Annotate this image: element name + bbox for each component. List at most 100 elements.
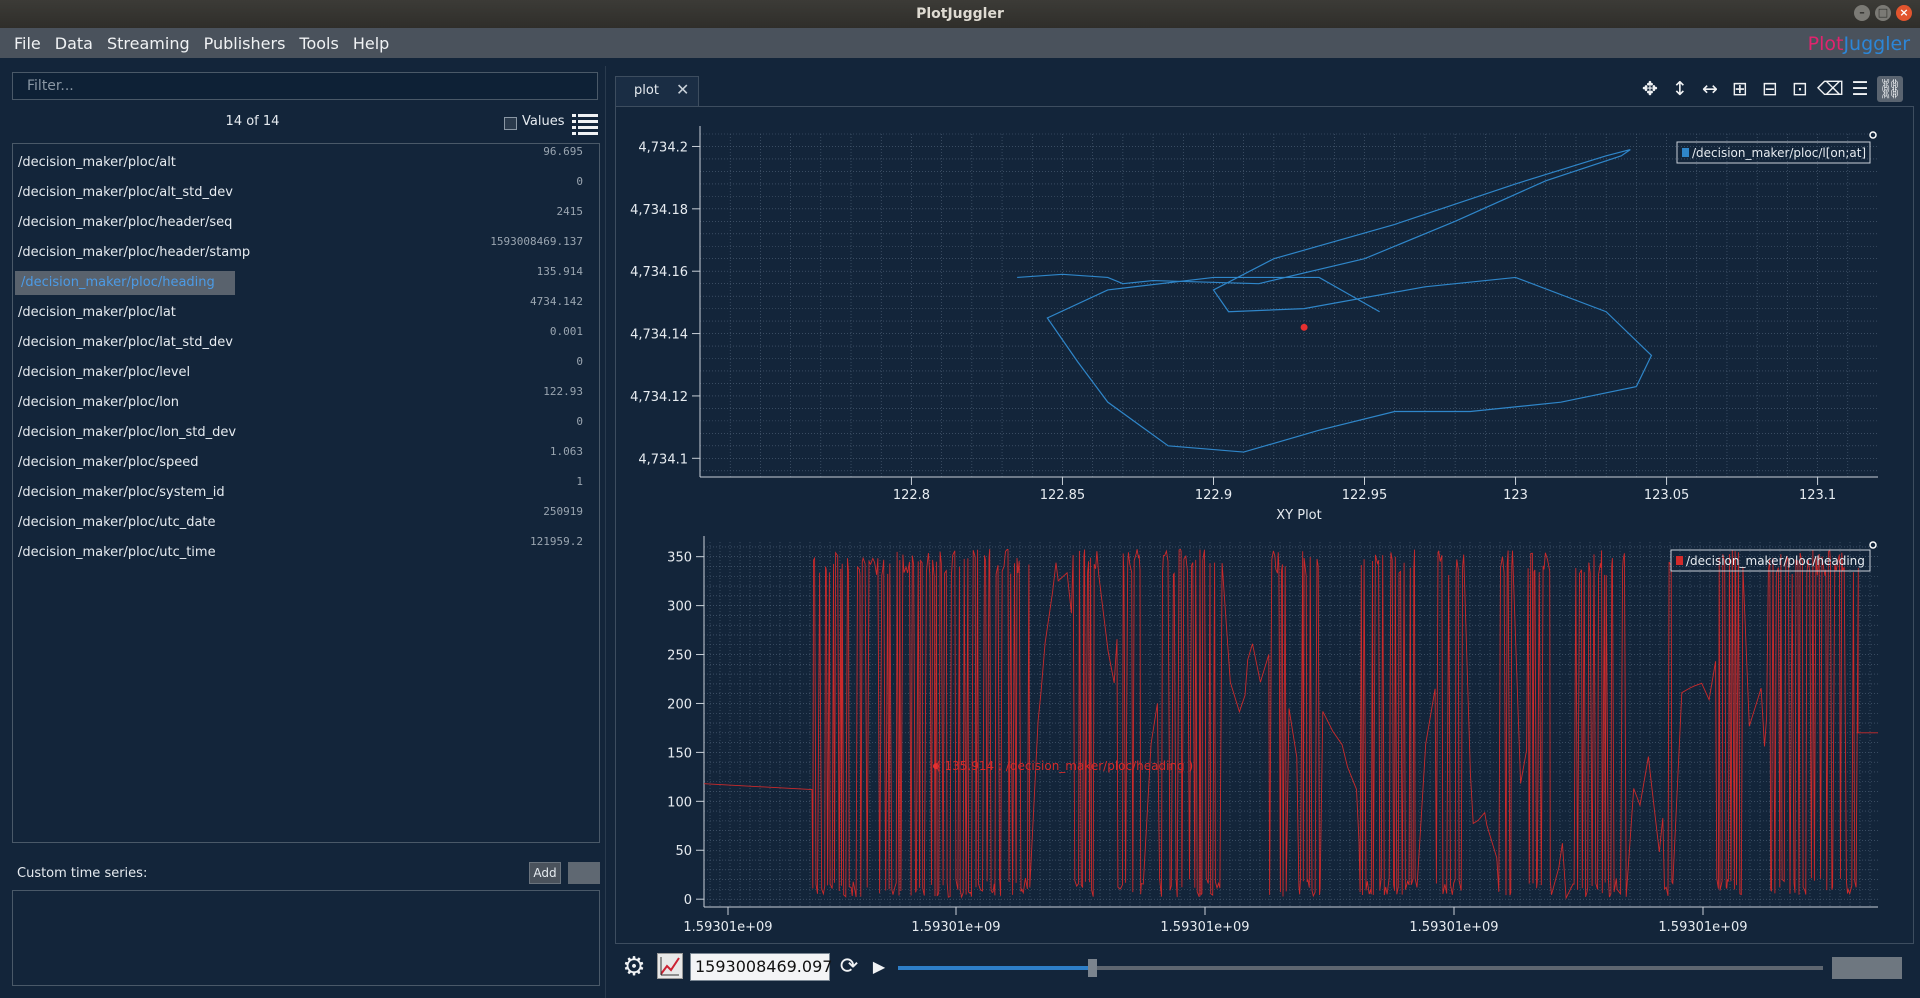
y-tick-label: 4,734.12 [630,390,688,405]
menu-help[interactable]: Help [346,34,396,53]
xy-plot[interactable]: 122.8 122.85 122.9 122.95 123 123.05 123.1 4,73… [620,120,1910,530]
series-name: /decision_maker/ploc/header/stamp [18,245,251,260]
series-value: 122.93 [543,385,583,398]
legend-label: /decision_maker/ploc/heading [1686,554,1865,568]
time-slider-fill [898,966,1093,970]
menu-data[interactable]: Data [48,34,100,53]
y-tick-label: 0 [684,893,692,908]
x-tick-label: 1.59301e+09 [1409,920,1498,935]
values-checkbox[interactable] [504,117,517,130]
x-tick-label: 122.8 [893,488,930,503]
timeseries-tree: /decision_maker/ploc/alt 96.695/decision_… [12,143,600,843]
series-name: /decision_maker/ploc/lon_std_dev [18,425,237,440]
values-label: Values [522,114,565,129]
add-custom-button[interactable]: Add [529,862,561,884]
series-value: 4734.142 [530,295,583,308]
add-row-icon[interactable]: ⊟ [1757,76,1783,102]
x-tick-label: 123.05 [1644,488,1690,503]
menu-publishers[interactable]: Publishers [197,34,293,53]
custom-series-list[interactable] [12,890,600,986]
link-icon[interactable]: ⛓ [1877,76,1903,102]
series-value: 0.001 [549,325,583,338]
list-view-icon[interactable] [572,112,598,136]
series-name: /decision_maker/ploc/lon [18,395,180,410]
series-value: 1593008469.137 [490,235,583,248]
time-slider[interactable] [898,959,1823,977]
time-value-field[interactable]: 1593008469.097 [690,953,832,981]
series-value: 0 [576,175,583,188]
legend-label: /decision_maker/ploc/l[on;at] [1692,146,1866,160]
heading-series-line [703,548,1878,900]
clear-icon[interactable]: ⌫ [1817,76,1844,102]
y-tick-label: 100 [667,795,692,810]
series-value: 0 [576,415,583,428]
chart-tool-icon[interactable] [657,953,683,979]
series-name: /decision_maker/ploc/alt [18,155,176,170]
y-tick-label: 150 [667,746,692,761]
series-name: /decision_maker/ploc/speed [18,455,199,470]
play-icon[interactable]: ▶ [867,953,891,981]
close-tab-icon[interactable]: ✕ [676,80,689,99]
chart-tool-glyph [660,957,680,976]
legend-icon[interactable]: ☰ [1847,76,1873,102]
list-item[interactable]: /decision_maker/ploc/alt 96.695 [13,145,599,178]
custom-series-label: Custom time series: [17,866,148,881]
y-tick-label: 4,734.1 [638,452,688,467]
list-item[interactable]: /decision_maker/ploc/lat 4734.142 [13,295,599,328]
series-value: 0 [576,355,583,368]
move-icon[interactable]: ✥ [1637,76,1663,102]
time-slider-handle[interactable] [1088,959,1098,977]
zoom-vertical-icon[interactable]: ↕ [1667,76,1693,102]
remove-custom-button[interactable] [568,862,600,884]
window-titlebar: PlotJuggler – □ × [0,0,1920,28]
list-item[interactable]: /decision_maker/ploc/speed 1.063 [13,445,599,478]
series-name: /decision_maker/ploc/utc_date [18,515,216,530]
series-value: 250919 [543,505,583,518]
x-tick-label: 1.59301e+09 [683,920,772,935]
series-name: /decision_maker/ploc/level [18,365,191,380]
series-value: 1 [576,475,583,488]
list-item[interactable]: /decision_maker/ploc/level 0 [13,355,599,388]
series-name: /decision_maker/ploc/alt_std_dev [18,185,233,200]
close-window-icon[interactable]: × [1896,5,1912,21]
settings-gear-icon[interactable]: ⚙ [620,953,648,981]
split-vertical-icon[interactable]: ⊞ [1727,76,1753,102]
splitter[interactable] [605,66,606,998]
list-item[interactable]: /decision_maker/ploc/system_id 1 [13,475,599,508]
tab-plot[interactable]: plot ✕ [615,76,699,106]
minimize-icon[interactable]: – [1854,5,1870,21]
list-item[interactable]: /decision_maker/ploc/utc_time 121959.2 [13,535,599,568]
series-value: 135.914 [536,265,583,278]
loop-icon[interactable]: ⟳ [836,953,862,981]
y-tick-label: 4,734.18 [630,203,688,218]
heading-legend: /decision_maker/ploc/heading [1670,549,1871,572]
zoom-horizontal-icon[interactable]: ↔ [1697,76,1723,102]
list-item[interactable]: /decision_maker/ploc/heading 135.914 [13,265,599,298]
list-item[interactable]: /decision_maker/ploc/lon_std_dev 0 [13,415,599,448]
playback-speed-field[interactable] [1832,957,1902,979]
filter-input[interactable]: Filter... [12,72,598,100]
add-column-icon[interactable]: ⊡ [1787,76,1813,102]
menu-file[interactable]: File [7,34,48,53]
list-item[interactable]: /decision_maker/ploc/lat_std_dev 0.001 [13,325,599,358]
y-tick-label: 4,734.16 [630,265,688,280]
y-tick-label: 350 [667,551,692,566]
app-logo: PlotJuggler [1807,33,1910,55]
resize-handle [1869,541,1877,549]
maximize-icon[interactable]: □ [1875,5,1891,21]
list-item[interactable]: /decision_maker/ploc/lon 122.93 [13,385,599,418]
list-item[interactable]: /decision_maker/ploc/header/stamp 1593008… [13,235,599,268]
menu-tools[interactable]: Tools [292,34,345,53]
series-name: /decision_maker/ploc/lat_std_dev [18,335,233,350]
list-item[interactable]: /decision_maker/ploc/alt_std_dev 0 [13,175,599,208]
series-name: /decision_maker/ploc/system_id [18,485,225,500]
heading-plot[interactable]: 0 50 100 150 200 250 300 350 1.59301e+09 1.59301e… [620,530,1910,940]
resize-handle [1869,131,1877,139]
list-item[interactable]: /decision_maker/ploc/utc_date 250919 [13,505,599,538]
y-tick-label: 50 [675,844,692,859]
list-item[interactable]: /decision_maker/ploc/header/seq 2415 [13,205,599,238]
series-value: 2415 [556,205,584,218]
menu-streaming[interactable]: Streaming [100,34,197,53]
x-tick-label: 1.59301e+09 [911,920,1000,935]
series-name: /decision_maker/ploc/heading [15,271,235,295]
